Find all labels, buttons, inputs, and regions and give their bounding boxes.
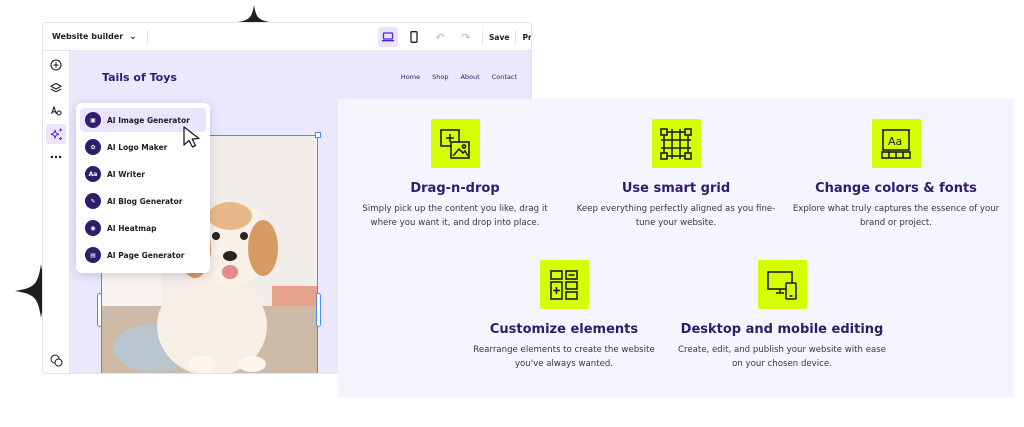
site-header[interactable]: Tails of Toys Home Shop About Contact bbox=[70, 51, 531, 103]
mouse-cursor-icon bbox=[183, 126, 200, 148]
menu-item-label: AI Page Generator bbox=[107, 250, 185, 260]
menu-item-ai-heatmap[interactable]: ◉ AI Heatmap bbox=[80, 216, 206, 240]
resize-handle[interactable] bbox=[97, 293, 102, 327]
feature-title: Desktop and mobile editing bbox=[680, 322, 884, 337]
menu-item-label: AI Logo Maker bbox=[107, 142, 168, 152]
site-logo[interactable]: Tails of Toys bbox=[102, 71, 177, 84]
help-button[interactable] bbox=[46, 350, 66, 370]
menu-item-ai-writer[interactable]: Aa AI Writer bbox=[80, 162, 206, 186]
desktop-view-button[interactable] bbox=[378, 27, 398, 47]
feature-description: Explore what truly captures the essence … bbox=[792, 204, 1000, 228]
help-icon bbox=[50, 354, 62, 366]
drag-drop-icon bbox=[430, 119, 480, 168]
more-button[interactable] bbox=[46, 147, 66, 167]
resize-handle[interactable] bbox=[315, 132, 321, 138]
site-nav-links: Home Shop About Contact bbox=[401, 73, 517, 81]
undo-button[interactable]: ↶ bbox=[430, 27, 450, 47]
feature-description: Rearrange elements to create the website… bbox=[473, 345, 655, 369]
page-icon: ▤ bbox=[85, 247, 101, 263]
layers-icon bbox=[50, 82, 62, 93]
styles-icon bbox=[50, 105, 62, 116]
feature-title: Drag-n-drop bbox=[410, 181, 500, 196]
website-selector-label: Website builder bbox=[52, 32, 124, 41]
redo-button[interactable]: ↷ bbox=[456, 27, 476, 47]
image-plus-icon: ▣ bbox=[85, 112, 101, 128]
nav-link-shop[interactable]: Shop bbox=[432, 73, 448, 81]
divider bbox=[515, 30, 517, 44]
heatmap-icon: ◉ bbox=[85, 220, 101, 236]
blog-icon: ✎ bbox=[85, 193, 101, 209]
menu-item-label: AI Blog Generator bbox=[107, 196, 183, 206]
font-color-icon: Aa bbox=[871, 119, 921, 168]
feature-drag-n-drop: Drag-n-drop Simply pick up the content y… bbox=[342, 119, 568, 230]
layers-button[interactable] bbox=[46, 78, 66, 98]
ai-tools-button[interactable] bbox=[46, 124, 66, 144]
grid-icon bbox=[651, 119, 701, 168]
elements-icon bbox=[539, 260, 589, 309]
desktop-icon bbox=[382, 32, 394, 42]
feature-desktop-mobile: Desktop and mobile editing Create, edit,… bbox=[668, 260, 896, 371]
menu-item-label: AI Image Generator bbox=[107, 115, 190, 125]
feature-description: Create, edit, and publish your website w… bbox=[677, 345, 887, 369]
menu-item-label: AI Heatmap bbox=[107, 223, 157, 233]
nav-link-home[interactable]: Home bbox=[401, 73, 420, 81]
devices-icon bbox=[757, 260, 807, 309]
feature-title: Customize elements bbox=[489, 322, 639, 337]
resize-handle[interactable] bbox=[316, 293, 321, 327]
plus-circle-icon bbox=[50, 59, 62, 71]
divider bbox=[482, 30, 483, 44]
feature-title: Use smart grid bbox=[621, 181, 731, 196]
logo-icon: ✿ bbox=[85, 139, 101, 155]
builder-topbar: Website builder ⌄ ↶ ↷ Save Preview bbox=[43, 23, 531, 51]
features-panel: Drag-n-drop Simply pick up the content y… bbox=[338, 99, 1014, 397]
more-dots-icon bbox=[50, 155, 62, 159]
feature-customize-elements: Customize elements Rearrange elements to… bbox=[453, 260, 675, 371]
nav-link-contact[interactable]: Contact bbox=[492, 73, 517, 81]
text-icon: Aa bbox=[85, 166, 101, 182]
mobile-icon bbox=[410, 31, 418, 43]
chevron-down-icon: ⌄ bbox=[129, 32, 137, 42]
feature-title: Change colors & fonts bbox=[815, 181, 977, 196]
website-selector[interactable]: Website builder ⌄ bbox=[52, 30, 148, 44]
preview-button[interactable]: Preview bbox=[522, 33, 531, 42]
svg-text:Aa: Aa bbox=[888, 135, 902, 148]
add-element-button[interactable] bbox=[46, 55, 66, 75]
menu-item-label: AI Writer bbox=[107, 169, 145, 179]
redo-icon: ↷ bbox=[461, 30, 471, 44]
feature-description: Simply pick up the content you like, dra… bbox=[362, 204, 548, 228]
mobile-view-button[interactable] bbox=[404, 27, 424, 47]
menu-item-ai-blog-generator[interactable]: ✎ AI Blog Generator bbox=[80, 189, 206, 213]
nav-link-about[interactable]: About bbox=[460, 73, 479, 81]
undo-icon: ↶ bbox=[435, 30, 445, 44]
ai-sparkle-icon bbox=[50, 128, 62, 140]
topbar-actions: ↶ ↷ Save Preview bbox=[378, 27, 531, 47]
styles-button[interactable] bbox=[46, 101, 66, 121]
builder-sidebar bbox=[43, 51, 70, 373]
feature-description: Keep everything perfectly aligned as you… bbox=[576, 204, 776, 228]
feature-smart-grid: Use smart grid Keep everything perfectly… bbox=[563, 119, 789, 230]
save-button[interactable]: Save bbox=[489, 33, 509, 42]
menu-item-ai-page-generator[interactable]: ▤ AI Page Generator bbox=[80, 243, 206, 267]
feature-colors-fonts: Aa Change colors & fonts Explore what tr… bbox=[783, 119, 1009, 230]
